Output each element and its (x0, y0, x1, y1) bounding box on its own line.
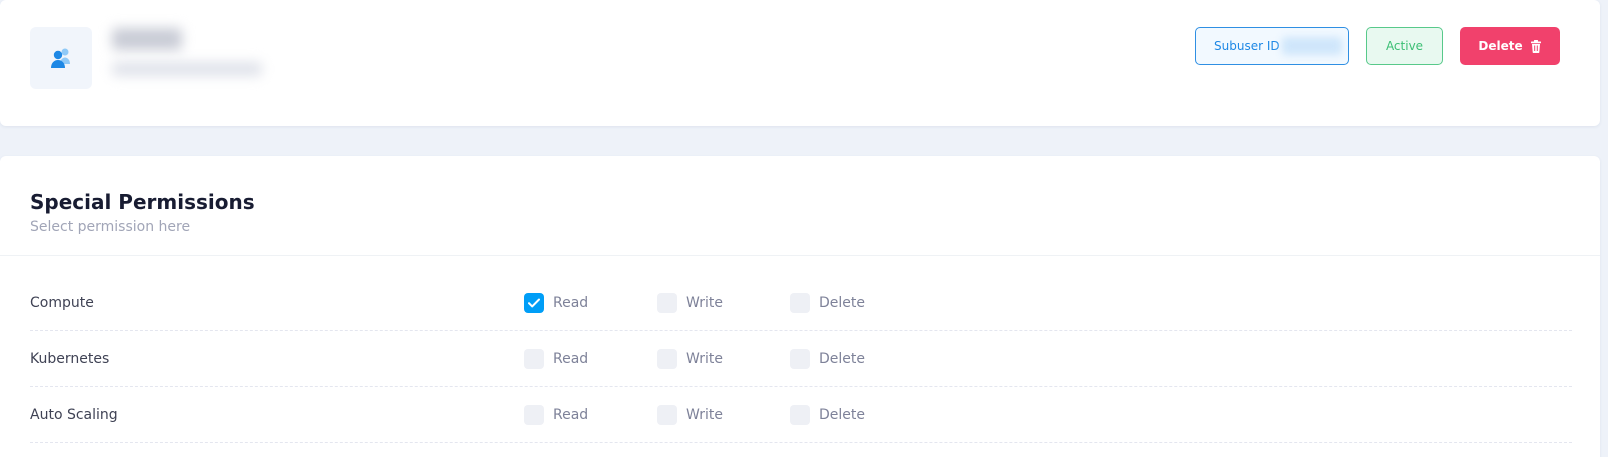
auto-scaling-read-option[interactable]: Read (524, 404, 589, 425)
compute-read-option[interactable]: Read (524, 292, 589, 313)
compute-delete-option[interactable]: Delete (790, 292, 865, 313)
option-label: Read (553, 294, 589, 311)
section-subtitle: Select permission here (30, 219, 191, 235)
permission-row-compute: Compute Read Write Delete (30, 275, 1572, 331)
permission-row-label: Kubernetes (30, 350, 110, 367)
compute-delete-checkbox[interactable] (790, 292, 810, 313)
section-title: Special Permissions (30, 190, 255, 214)
users-icon (51, 48, 70, 68)
option-label: Delete (819, 350, 865, 367)
status-label: Active (1385, 39, 1424, 53)
subuser-id-label: Subuser ID (1214, 39, 1280, 53)
auto-scaling-write-option[interactable]: Write (657, 404, 723, 425)
option-label: Write (686, 350, 723, 367)
compute-read-checkbox[interactable] (524, 292, 544, 313)
permissions-card: Special Permissions Select permission he… (0, 156, 1600, 457)
kubernetes-delete-option[interactable]: Delete (790, 348, 865, 369)
status-badge[interactable]: Active (1366, 27, 1443, 65)
option-label: Read (553, 406, 589, 423)
subuser-email-redacted (112, 62, 262, 76)
subuser-id-redacted (1281, 37, 1342, 55)
kubernetes-read-checkbox[interactable] (524, 348, 544, 369)
delete-label: Delete (1478, 39, 1523, 53)
permission-row-kubernetes: Kubernetes Read Write Delete (30, 331, 1572, 387)
subuser-name-redacted (112, 28, 182, 50)
option-label: Write (686, 406, 723, 423)
auto-scaling-write-checkbox[interactable] (657, 404, 677, 425)
kubernetes-delete-checkbox[interactable] (790, 348, 810, 369)
compute-write-checkbox[interactable] (657, 292, 677, 313)
avatar (30, 27, 92, 89)
permission-row-label: Compute (30, 294, 94, 311)
permission-row-auto-scaling: Auto Scaling Read Write Delete (30, 387, 1572, 443)
option-label: Write (686, 294, 723, 311)
delete-button[interactable]: Delete (1460, 27, 1560, 65)
kubernetes-write-option[interactable]: Write (657, 348, 723, 369)
kubernetes-read-option[interactable]: Read (524, 348, 589, 369)
option-label: Delete (819, 294, 865, 311)
auto-scaling-delete-checkbox[interactable] (790, 404, 810, 425)
trash-icon (1530, 39, 1541, 53)
check-icon (528, 298, 540, 307)
option-label: Delete (819, 406, 865, 423)
auto-scaling-read-checkbox[interactable] (524, 404, 544, 425)
permission-row-label: Auto Scaling (30, 406, 118, 423)
compute-write-option[interactable]: Write (657, 292, 723, 313)
divider (0, 255, 1600, 256)
auto-scaling-delete-option[interactable]: Delete (790, 404, 865, 425)
subuser-header-card: Subuser ID Active Delete (0, 0, 1600, 126)
option-label: Read (553, 350, 589, 367)
subuser-id-badge[interactable]: Subuser ID (1195, 27, 1349, 65)
kubernetes-write-checkbox[interactable] (657, 348, 677, 369)
